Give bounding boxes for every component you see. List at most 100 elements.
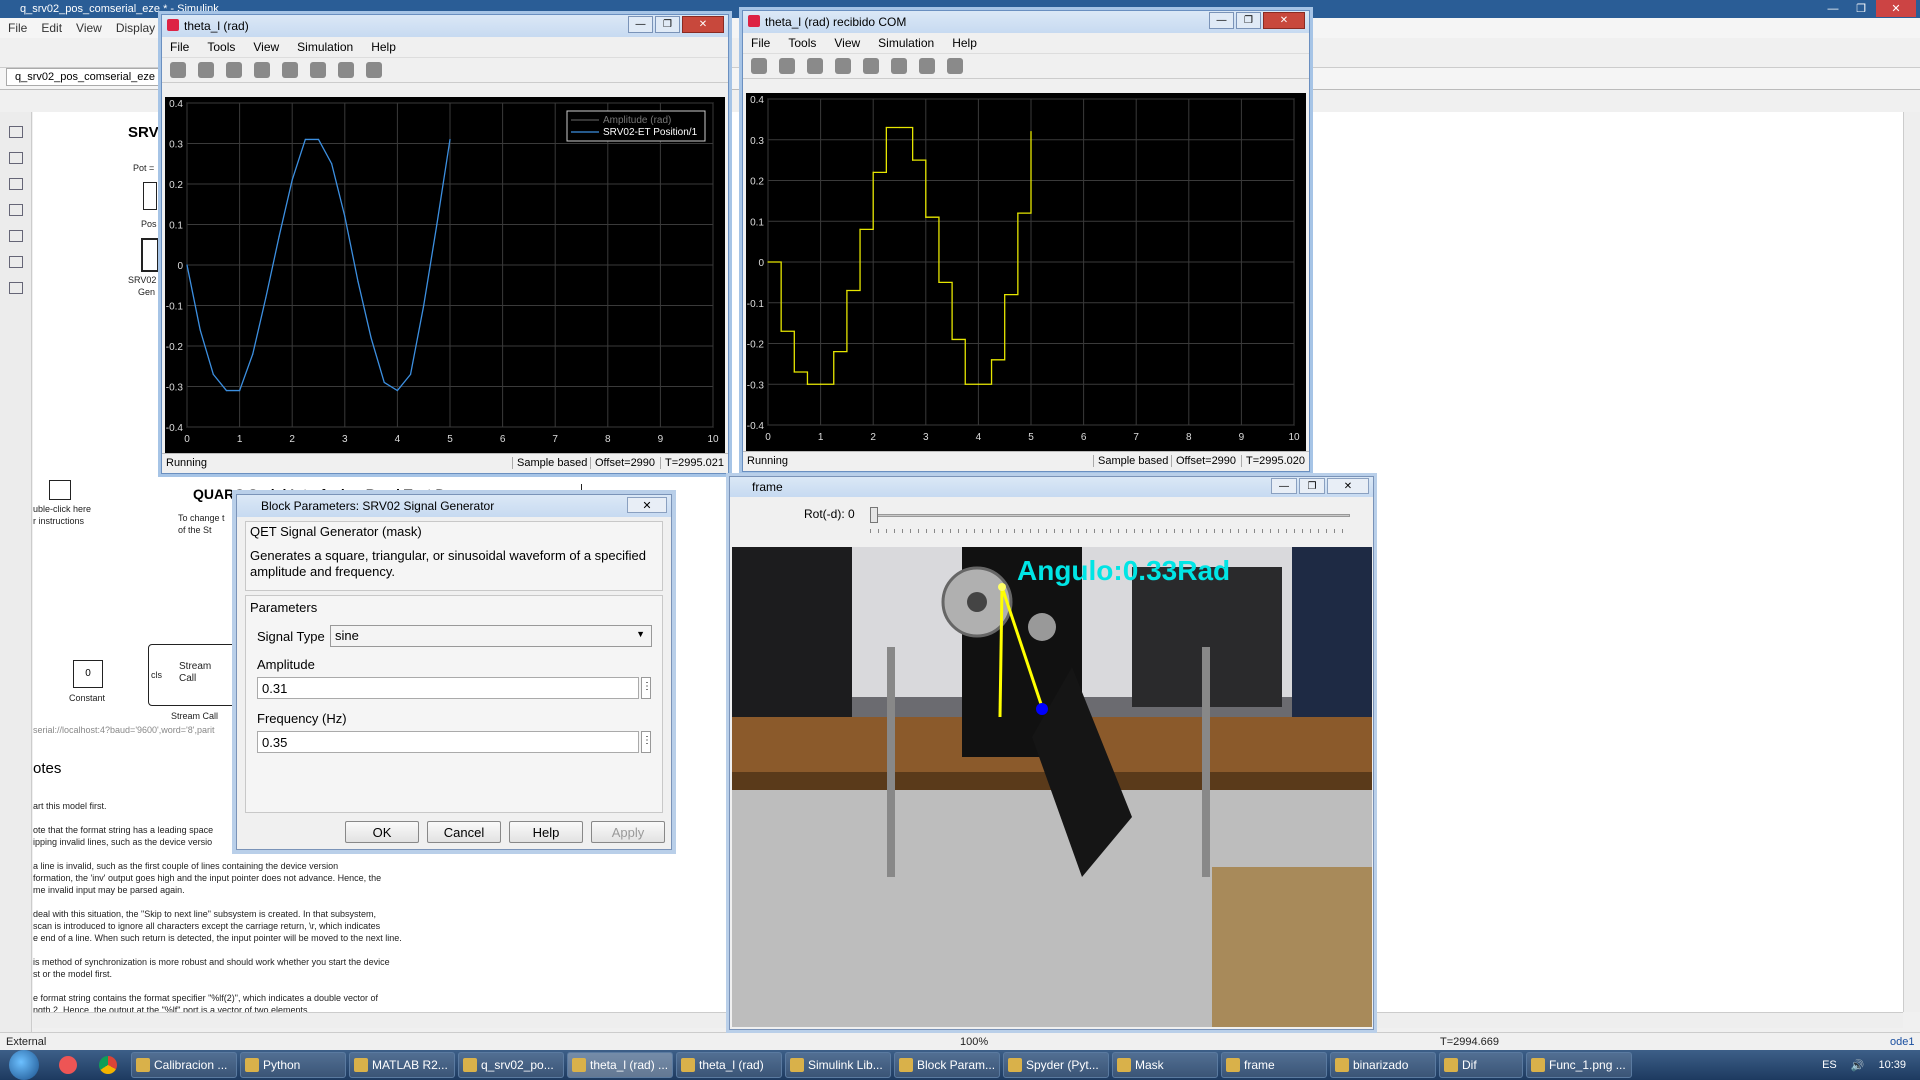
taskbar-item[interactable]: frame [1221,1052,1327,1078]
maximize-button[interactable]: ❐ [655,16,680,33]
triggers-icon[interactable] [919,58,935,74]
x-tick-label: 6 [500,434,506,445]
help-button[interactable]: Help [509,821,583,843]
menu-help[interactable]: Help [371,40,396,54]
area-icon[interactable] [8,282,23,294]
trackbar-track[interactable] [870,514,1350,517]
annotation-icon[interactable] [8,230,23,242]
srv02-block[interactable] [141,238,159,272]
hide-icon[interactable] [8,126,23,138]
taskbar-item[interactable]: Python [240,1052,346,1078]
menu-tools[interactable]: Tools [207,40,235,54]
info-block[interactable] [49,480,71,500]
pan-icon[interactable] [863,58,879,74]
stream-call-block[interactable]: cls Stream Call [148,644,238,706]
taskbar-item[interactable]: MATLAB R2... [349,1052,455,1078]
settings-icon[interactable] [751,58,767,74]
close-button[interactable]: ✕ [1263,12,1305,29]
arrow-icon[interactable] [8,204,23,216]
menu-view[interactable]: View [76,21,102,35]
maximize-button[interactable]: ❐ [1848,0,1874,17]
y-tick-label: 0.4 [750,95,764,106]
pinned-app[interactable] [48,1052,88,1078]
menu-file[interactable]: File [8,21,27,35]
cursor-icon[interactable] [366,62,382,78]
vertical-scrollbar[interactable] [1903,112,1920,1012]
menu-file[interactable]: File [751,36,770,50]
taskbar-item[interactable]: Calibracion ... [131,1052,237,1078]
amplitude-field[interactable]: 0.31 [257,677,639,699]
frequency-field[interactable]: 0.35 [257,731,639,753]
scope1-plot[interactable]: 0 1 2 3 4 5 6 7 8 9 10 0.4 0.3 0.2 0.1 0 -0.1 -0.2 -0.3 -0.… [165,97,725,453]
signal-type-select[interactable]: sine ▼ [330,625,652,647]
minimize-button[interactable]: — [1271,478,1297,494]
taskbar-item[interactable]: q_srv02_po... [458,1052,564,1078]
scope2-toolbar [743,53,1309,79]
clock[interactable]: 10:39 [1878,1059,1906,1071]
status-solver[interactable]: ode1 [1890,1036,1914,1048]
settings-icon[interactable] [170,62,186,78]
menu-simulation[interactable]: Simulation [878,36,934,50]
start-button[interactable] [0,1050,48,1080]
constant-block[interactable]: 0 [73,660,103,688]
data-point [252,353,254,355]
run-icon[interactable] [779,58,795,74]
highlight-icon[interactable] [835,58,851,74]
triggers-icon[interactable] [338,62,354,78]
cancel-button[interactable]: Cancel [427,821,501,843]
menu-view[interactable]: View [253,40,279,54]
maximize-button[interactable]: ❐ [1299,478,1325,494]
model-tab[interactable]: q_srv02_pos_comserial_eze [6,68,165,86]
menu-file[interactable]: File [170,40,189,54]
menu-display[interactable]: Display [116,21,155,35]
scope2-plot[interactable]: 0 1 2 3 4 5 6 7 8 9 10 0.4 0.3 0.2 0.1 0 -0.1 -0.2 -0.3 -0.… [746,93,1306,451]
language-indicator[interactable]: ES [1822,1059,1837,1071]
image-icon[interactable] [8,256,23,268]
close-button[interactable]: ✕ [1327,478,1369,494]
speaker-icon[interactable]: 🔊 [1851,1059,1865,1072]
menu-simulation[interactable]: Simulation [297,40,353,54]
zoom-icon[interactable] [282,62,298,78]
close-button[interactable]: ✕ [627,497,667,513]
minimize-button[interactable]: — [1820,0,1846,17]
pos-block[interactable] [143,182,157,210]
cursor-icon[interactable] [947,58,963,74]
close-button[interactable]: ✕ [682,16,724,33]
highlight-icon[interactable] [254,62,270,78]
taskbar-item[interactable]: binarizado [1330,1052,1436,1078]
amplitude-more-button[interactable]: ⋮ [641,677,652,699]
taskbar-item[interactable]: Mask [1112,1052,1218,1078]
taskbar-item[interactable]: Dif [1439,1052,1523,1078]
taskbar-item[interactable]: Spyder (Pyt... [1003,1052,1109,1078]
autoscale-icon[interactable] [310,62,326,78]
minimize-button[interactable]: — [1209,12,1234,29]
pinned-chrome[interactable] [88,1052,128,1078]
stop-icon[interactable] [226,62,242,78]
menu-tools[interactable]: Tools [788,36,816,50]
run-icon[interactable] [198,62,214,78]
menu-view[interactable]: View [834,36,860,50]
ok-button[interactable]: OK [345,821,419,843]
taskbar-item[interactable]: theta_l (rad) [676,1052,782,1078]
taskbar-item[interactable]: theta_l (rad) ... [567,1052,673,1078]
taskbar-item[interactable]: Block Param... [894,1052,1000,1078]
apply-button[interactable]: Apply [591,821,665,843]
stop-icon[interactable] [807,58,823,74]
menu-edit[interactable]: Edit [41,21,62,35]
x-tick-label: 2 [289,434,295,445]
trackbar-thumb[interactable] [870,507,878,523]
taskbar-item[interactable]: Func_1.png ... [1526,1052,1632,1078]
zoom-icon[interactable] [8,152,23,164]
scope2-time: T=2995.020 [1241,455,1305,467]
menu-help[interactable]: Help [952,36,977,50]
autoscale-icon[interactable] [891,58,907,74]
close-button[interactable]: ✕ [1876,0,1916,17]
taskbar-item[interactable]: Simulink Lib... [785,1052,891,1078]
minimize-button[interactable]: — [628,16,653,33]
maximize-button[interactable]: ❐ [1236,12,1261,29]
frequency-more-button[interactable]: ⋮ [641,731,652,753]
scope2-sample: Sample based [1093,455,1168,467]
y-tick-label: -0.2 [166,342,184,353]
matlab-icon [748,15,760,27]
fit-icon[interactable] [8,178,23,190]
